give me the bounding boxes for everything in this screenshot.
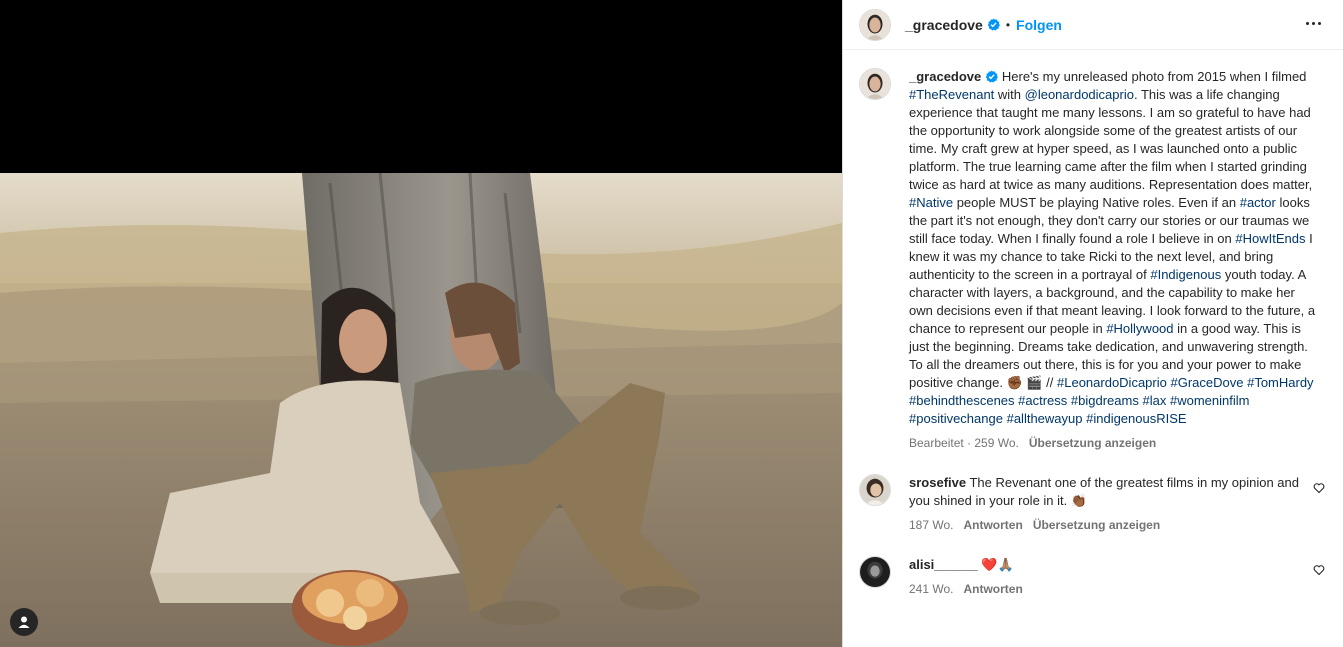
post-side-panel: _gracedove • Folgen _gracedove Here's my… [842, 0, 1343, 647]
caption-hashtag-link[interactable]: #HowItEnds [1235, 231, 1305, 246]
photo-image [0, 173, 842, 647]
person-tag-icon [18, 616, 30, 628]
caption-hashtag-link[interactable]: #TomHardy [1247, 375, 1313, 390]
caption-hashtag-link[interactable]: @leonardodicaprio [1025, 87, 1134, 102]
caption-edited-time: Bearbeitet · 259 Wo. [909, 436, 1019, 450]
comment-meta: 241 Wo. Antworten [909, 582, 1321, 596]
commenter-avatar[interactable] [859, 474, 891, 506]
caption-author-avatar[interactable] [859, 68, 891, 100]
caption-hashtag-link[interactable]: #behindthescenes [909, 393, 1015, 408]
comment-body: ❤️🙏🏽 [977, 557, 1014, 572]
comment-item: alisi______ ❤️🙏🏽 241 Wo. Antworten [859, 556, 1327, 596]
comment-translate-link[interactable]: Übersetzung anzeigen [1033, 518, 1160, 532]
verified-badge-icon [986, 70, 999, 83]
heart-outline-icon[interactable] [1313, 564, 1327, 578]
caption-hashtag-link[interactable]: #positivechange [909, 411, 1003, 426]
caption-text: _gracedove Here's my unreleased photo fr… [909, 68, 1321, 428]
caption-text-segment: Here's my unreleased photo from 2015 whe… [998, 69, 1307, 84]
caption-hashtag-link[interactable]: #allthewayup [1007, 411, 1083, 426]
caption-hashtag-link[interactable]: #actor [1240, 195, 1276, 210]
comment-body: The Revenant one of the greatest films i… [909, 475, 1299, 508]
author-username[interactable]: _gracedove [905, 17, 983, 33]
caption-hashtag-link[interactable]: #actress [1018, 393, 1067, 408]
comment-username[interactable]: srosefive [909, 475, 966, 490]
caption-body: Here's my unreleased photo from 2015 whe… [909, 69, 1315, 426]
caption: _gracedove Here's my unreleased photo fr… [859, 68, 1327, 450]
caption-hashtag-link[interactable]: #TheRevenant [909, 87, 994, 102]
caption-hashtag-link[interactable]: #LeonardoDicaprio [1057, 375, 1167, 390]
post-dialog: _gracedove • Folgen _gracedove Here's my… [0, 0, 1343, 647]
caption-translate-link[interactable]: Übersetzung anzeigen [1029, 436, 1156, 450]
caption-hashtag-link[interactable]: #bigdreams [1071, 393, 1139, 408]
post-photo[interactable] [0, 173, 842, 647]
comment-meta: 187 Wo. Antworten Übersetzung anzeigen [909, 518, 1321, 532]
reply-button[interactable]: Antworten [963, 518, 1022, 532]
comment-age: 187 Wo. [909, 518, 954, 532]
caption-text-segment: with [994, 87, 1025, 102]
comment-text: alisi______ ❤️🙏🏽 [909, 556, 1321, 574]
comment-username[interactable]: alisi______ [909, 557, 978, 572]
header-separator: • [1005, 17, 1011, 32]
comments-scroll-area[interactable]: _gracedove Here's my unreleased photo fr… [843, 50, 1343, 647]
post-header: _gracedove • Folgen [843, 0, 1343, 50]
caption-hashtag-link[interactable]: #Native [909, 195, 953, 210]
follow-button[interactable]: Folgen [1016, 17, 1062, 33]
comment-age: 241 Wo. [909, 582, 954, 596]
caption-hashtag-link[interactable]: #womeninfilm [1170, 393, 1249, 408]
more-options-icon[interactable] [1301, 11, 1325, 35]
author-avatar[interactable] [859, 8, 891, 41]
caption-username[interactable]: _gracedove [909, 69, 981, 84]
caption-hashtag-link[interactable]: #GraceDove [1170, 375, 1243, 390]
caption-text-segment: . This was a life changing experience th… [909, 87, 1313, 192]
reply-button[interactable]: Antworten [963, 582, 1022, 596]
caption-hashtag-link[interactable]: #Hollywood [1106, 321, 1173, 336]
tagged-users-button[interactable] [10, 608, 38, 636]
post-media [0, 0, 842, 647]
caption-hashtag-link[interactable]: #indigenousRISE [1086, 411, 1186, 426]
heart-outline-icon[interactable] [1313, 482, 1327, 496]
verified-badge-icon [987, 18, 1000, 31]
caption-hashtag-link[interactable]: #lax [1142, 393, 1166, 408]
commenter-avatar[interactable] [859, 556, 891, 588]
comment-text: srosefive The Revenant one of the greate… [909, 474, 1321, 510]
caption-text-segment: people MUST be playing Native roles. Eve… [953, 195, 1240, 210]
caption-hashtag-link[interactable]: #Indigenous [1150, 267, 1221, 282]
comment-item: srosefive The Revenant one of the greate… [859, 474, 1327, 532]
caption-meta: Bearbeitet · 259 Wo. Übersetzung anzeige… [909, 436, 1321, 450]
